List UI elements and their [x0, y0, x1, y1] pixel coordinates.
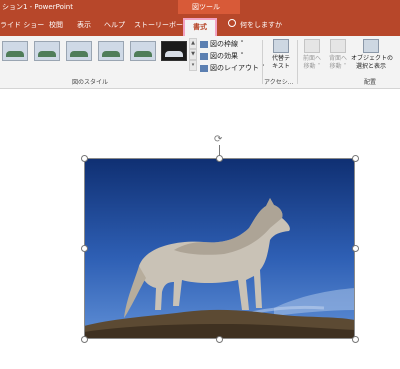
send-backward-button[interactable]: 背面へ 移動 ˅: [325, 39, 351, 71]
resize-handle-right[interactable]: [352, 245, 359, 252]
picture-style-1[interactable]: [2, 41, 28, 61]
resize-handle-bottom-left[interactable]: [81, 336, 88, 343]
styles-scroll-down[interactable]: ▼: [189, 49, 197, 60]
bring-forward-icon: [304, 39, 320, 53]
rotate-icon[interactable]: ⟳: [214, 134, 225, 145]
separator: [297, 40, 298, 84]
picture-tools-context: 図ツール: [178, 0, 240, 14]
tab-storyboard[interactable]: ストーリーボード: [134, 20, 190, 30]
tab-slideshow[interactable]: ライド ショー: [0, 20, 44, 30]
picture-style-4[interactable]: [98, 41, 124, 61]
bring-forward-button[interactable]: 前面へ 移動 ˅: [299, 39, 325, 71]
picture-style-2[interactable]: [34, 41, 60, 61]
alt-text-icon: [273, 39, 289, 53]
picture-layout-button[interactable]: 図のレイアウト ˅: [200, 63, 265, 73]
tab-review[interactable]: 校閲: [49, 20, 63, 30]
resize-handle-top[interactable]: [216, 155, 223, 162]
ribbon: ▲ ▼ ▾ 図のスタイル 図の枠線 ˅ 図の効果 ˅ 図のレイアウト ˅ 代替テ…: [0, 36, 400, 89]
layout-icon: [200, 64, 208, 72]
selection-pane-button[interactable]: オブジェクトの 選択と表示: [351, 39, 393, 71]
picture-border-button[interactable]: 図の枠線 ˅: [200, 39, 244, 49]
selection-frame: [84, 158, 355, 339]
tab-view[interactable]: 表示: [77, 20, 91, 30]
resize-handle-top-left[interactable]: [81, 155, 88, 162]
context-tab-group-label: 図ツール: [192, 3, 220, 11]
picture-effects-button[interactable]: 図の効果 ˅: [200, 51, 244, 61]
resize-handle-bottom[interactable]: [216, 336, 223, 343]
send-backward-icon: [330, 39, 346, 53]
selection-pane-icon: [363, 39, 379, 53]
title-bar: ション1 - PowerPoint 図ツール: [0, 0, 400, 14]
window-title: ション1 - PowerPoint: [2, 3, 73, 11]
resize-handle-left[interactable]: [81, 245, 88, 252]
picture-styles-group-label: 図のスタイル: [72, 79, 109, 86]
lightbulb-icon: [228, 19, 236, 27]
picture-style-3[interactable]: [66, 41, 92, 61]
ribbon-tabs: ライド ショー 校閲 表示 ヘルプ ストーリーボード 書式 何をしますか: [0, 14, 400, 37]
styles-more[interactable]: ▾: [189, 60, 197, 71]
arrange-group-label: 配置: [364, 79, 377, 86]
tab-format[interactable]: 書式: [183, 18, 217, 37]
resize-handle-top-right[interactable]: [352, 155, 359, 162]
picture-style-5[interactable]: [130, 41, 156, 61]
styles-scroll-up[interactable]: ▲: [189, 38, 197, 49]
accessibility-group-label: アクセシ...: [264, 79, 294, 86]
tab-help[interactable]: ヘルプ: [104, 20, 125, 30]
effects-icon: [200, 52, 208, 60]
separator: [262, 40, 263, 84]
tell-me-search[interactable]: 何をしますか: [240, 20, 282, 30]
resize-handle-bottom-right[interactable]: [352, 336, 359, 343]
border-icon: [200, 40, 208, 48]
alt-text-button[interactable]: 代替テ キスト: [267, 39, 295, 71]
picture-style-6[interactable]: [161, 41, 187, 61]
